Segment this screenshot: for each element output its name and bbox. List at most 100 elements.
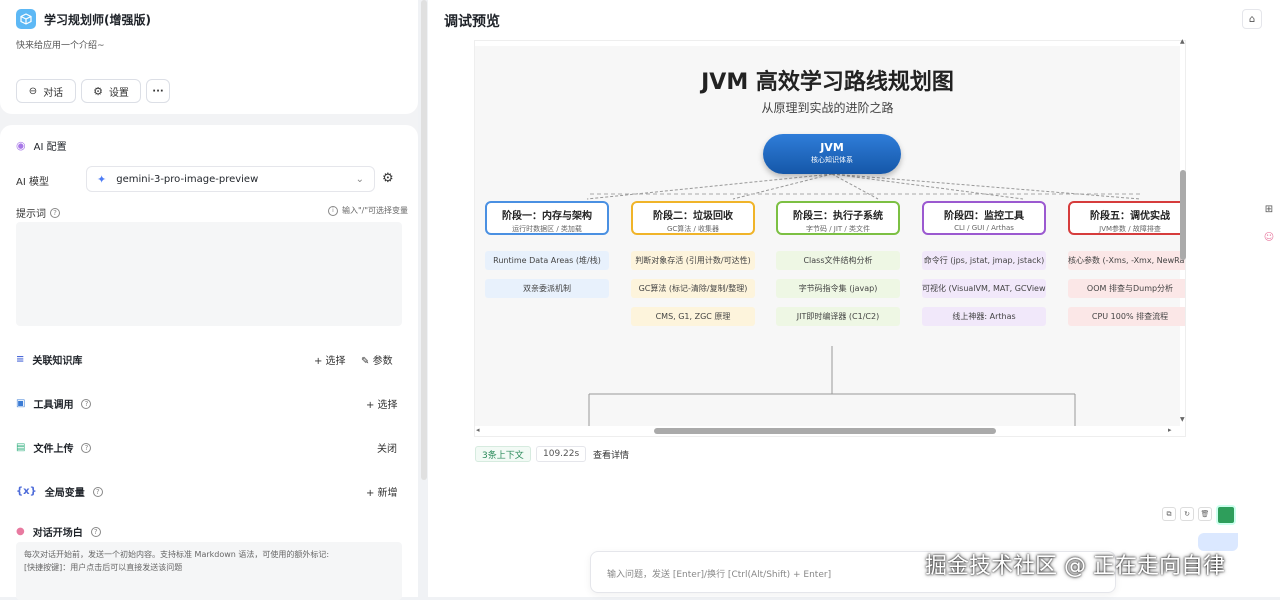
vertical-scroll-thumb[interactable]: [1180, 170, 1186, 260]
jvm-root-subtitle: 核心知识体系: [811, 156, 853, 164]
stage-subtitle: JVM参数 / 故障排查: [1099, 225, 1161, 233]
preview-vertical-scrollbar[interactable]: ▲ ▼: [1180, 38, 1186, 425]
time-badge: 109.22s: [536, 446, 587, 462]
stage-item: Class文件结构分析: [776, 251, 900, 270]
database-icon: ≡: [16, 354, 25, 365]
horizontal-scroll-thumb[interactable]: [654, 428, 996, 434]
prompt-hint: 输入"/"可选择变量: [342, 206, 409, 215]
stage-card-1: 阶段一：内存与架构 运行时数据区 / 类加载: [485, 201, 609, 235]
settings-card: ◉ AI 配置 AI 模型 ✦ gemini-3-pro-image-previ…: [0, 125, 418, 600]
toolbox-icon: ▣: [16, 398, 26, 409]
stage-item: OOM 排查与Dump分析: [1068, 279, 1185, 298]
preview-horizontal-scrollbar[interactable]: ◂ ▸: [476, 425, 1180, 437]
help-icon[interactable]: ?: [90, 526, 101, 537]
tools-row: ▣ 工具调用 ?: [16, 396, 92, 411]
settings-button-label: 设置: [108, 87, 129, 99]
stage-title: 阶段一：内存与架构: [502, 211, 592, 222]
grid-icon[interactable]: ⊞: [1262, 204, 1276, 218]
model-settings-icon[interactable]: ⚙: [382, 171, 394, 186]
opener-text-line1: 每次对话开始前，发送一个初始内容。支持标准 Markdown 语法，可使用的额外…: [24, 550, 330, 559]
edit-icon: ✎: [361, 356, 370, 367]
help-icon[interactable]: ?: [81, 442, 92, 453]
stage-title: 阶段二：垃圾回收: [653, 211, 733, 222]
gemini-icon: ✦: [97, 172, 107, 186]
scroll-left-arrow-icon[interactable]: ◂: [476, 426, 480, 434]
side-toolbar: ⊞ ☺: [1262, 204, 1276, 246]
chevron-down-icon: ⌄: [355, 173, 364, 185]
variables-label: 全局变量: [44, 488, 85, 499]
help-icon[interactable]: ?: [81, 398, 92, 409]
help-icon[interactable]: ?: [50, 207, 60, 218]
assistant-icon[interactable]: ☺: [1262, 232, 1276, 246]
variables-add-button[interactable]: + 新增: [366, 484, 398, 499]
stage-card-5: 阶段五：调优实战 JVM参数 / 故障排查: [1068, 201, 1185, 235]
chat-button-label: 对话: [43, 87, 64, 99]
tools-select-button[interactable]: + 选择: [366, 396, 398, 411]
preview-panel: 调试预览 ⌂ JVM 高效学习路线规划图 从原理到实战的进阶之路 JVM 核心知…: [428, 0, 1280, 597]
stage-item: CMS, G1, ZGC 原理: [631, 307, 755, 326]
chat-bubble-icon: ●: [16, 526, 25, 537]
variable-icon: {x}: [16, 486, 37, 497]
refresh-icon[interactable]: ↻: [1180, 507, 1194, 521]
user-avatar: [1216, 505, 1236, 525]
knowledge-row: ≡ 关联知识库: [16, 352, 82, 367]
stage-item: Runtime Data Areas (堆/栈): [485, 251, 609, 270]
help-icon[interactable]: ?: [92, 486, 103, 497]
stage-item: 核心参数 (-Xms, -Xmx, NewRatio): [1068, 251, 1185, 270]
left-panel-scrollbar[interactable]: [421, 0, 427, 480]
stage-item: 判断对象存活 (引用计数/可达性): [631, 251, 755, 270]
model-select[interactable]: ✦ gemini-3-pro-image-preview ⌄: [86, 166, 375, 192]
stage-item: 可视化 (VisualVM, MAT, GCView): [922, 279, 1046, 298]
knowledge-params-button[interactable]: ✎ 参数: [361, 352, 393, 367]
tools-label: 工具调用: [33, 400, 74, 411]
info-icon: i: [328, 205, 338, 216]
stage-item: GC算法 (标记-清除/复制/整理): [631, 279, 755, 298]
lock-icon[interactable]: ⌂: [1242, 9, 1262, 29]
generated-image-frame: JVM 高效学习路线规划图 从原理到实战的进阶之路 JVM 核心知识体系 阶段一…: [474, 40, 1186, 437]
gear-icon: ⚙: [93, 84, 103, 98]
stage-card-3: 阶段三：执行子系统 字节码 / JIT / 类文件: [776, 201, 900, 235]
stage-item: 双亲委派机制: [485, 279, 609, 298]
ai-config-title: ◉ AI 配置: [16, 138, 67, 153]
model-label: AI 模型: [16, 177, 49, 188]
stage-subtitle: 运行时数据区 / 类加载: [512, 225, 582, 233]
stage-title: 阶段四：监控工具: [944, 211, 1024, 222]
app-title: 学习规划师(增强版): [44, 13, 151, 27]
scroll-down-arrow-icon[interactable]: ▼: [1180, 416, 1185, 423]
model-select-value: gemini-3-pro-image-preview: [116, 173, 259, 185]
scroll-right-arrow-icon[interactable]: ▸: [1168, 426, 1172, 434]
upload-toggle[interactable]: 关闭: [377, 440, 397, 455]
knowledge-select-button[interactable]: + 选择: [314, 352, 346, 367]
settings-button[interactable]: ⚙ 设置: [81, 79, 141, 103]
context-badge[interactable]: 3条上下文: [475, 446, 531, 462]
stage-item: 字节码指令集 (javap): [776, 279, 900, 298]
app-description[interactable]: 快来给应用一个介绍~: [16, 38, 105, 51]
scroll-up-arrow-icon[interactable]: ▲: [1180, 38, 1185, 45]
config-panel: 学习规划师(增强版) 快来给应用一个介绍~ ⊖ 对话 ⚙ 设置 ··· ◉ AI…: [0, 0, 418, 600]
jvm-roadmap-image: JVM 高效学习路线规划图 从原理到实战的进阶之路 JVM 核心知识体系 阶段一…: [475, 46, 1185, 426]
more-button[interactable]: ···: [146, 79, 170, 103]
opener-label: 对话开场白: [32, 528, 83, 539]
stage-subtitle: CLI / GUI / Arthas: [954, 224, 1014, 232]
copy-icon[interactable]: ⧉: [1162, 507, 1176, 521]
stage-title: 阶段五：调优实战: [1090, 211, 1170, 222]
upload-row: ▤ 文件上传 ?: [16, 440, 92, 455]
prompt-textarea[interactable]: [16, 222, 402, 326]
prompt-label: 提示词: [16, 209, 46, 220]
app-logo-icon: [16, 9, 36, 29]
detail-link[interactable]: 查看详情: [587, 446, 635, 462]
stage-item: CPU 100% 排查流程: [1068, 307, 1185, 326]
opener-text-line2: [快捷按键]：用户点击后可以直接发送该问题: [24, 563, 183, 572]
params-label: 参数: [372, 356, 393, 367]
prompt-label-row: 提示词 ?: [16, 205, 60, 220]
stage-item: 命令行 (jps, jstat, jmap, jstack): [922, 251, 1046, 270]
delete-icon[interactable]: 🗑: [1198, 507, 1212, 521]
robot-icon: ◉: [16, 139, 26, 152]
preview-title: 调试预览: [444, 14, 500, 30]
chat-button[interactable]: ⊖ 对话: [16, 79, 76, 103]
roadmap-connectors: [586, 173, 1141, 426]
opener-textarea[interactable]: 每次对话开始前，发送一个初始内容。支持标准 Markdown 语法，可使用的额外…: [16, 542, 402, 600]
jvm-root-node: JVM 核心知识体系: [763, 134, 901, 174]
watermark: 掘金技术社区 @ 正在走向自律: [925, 554, 1225, 579]
ai-config-label: AI 配置: [33, 142, 67, 153]
